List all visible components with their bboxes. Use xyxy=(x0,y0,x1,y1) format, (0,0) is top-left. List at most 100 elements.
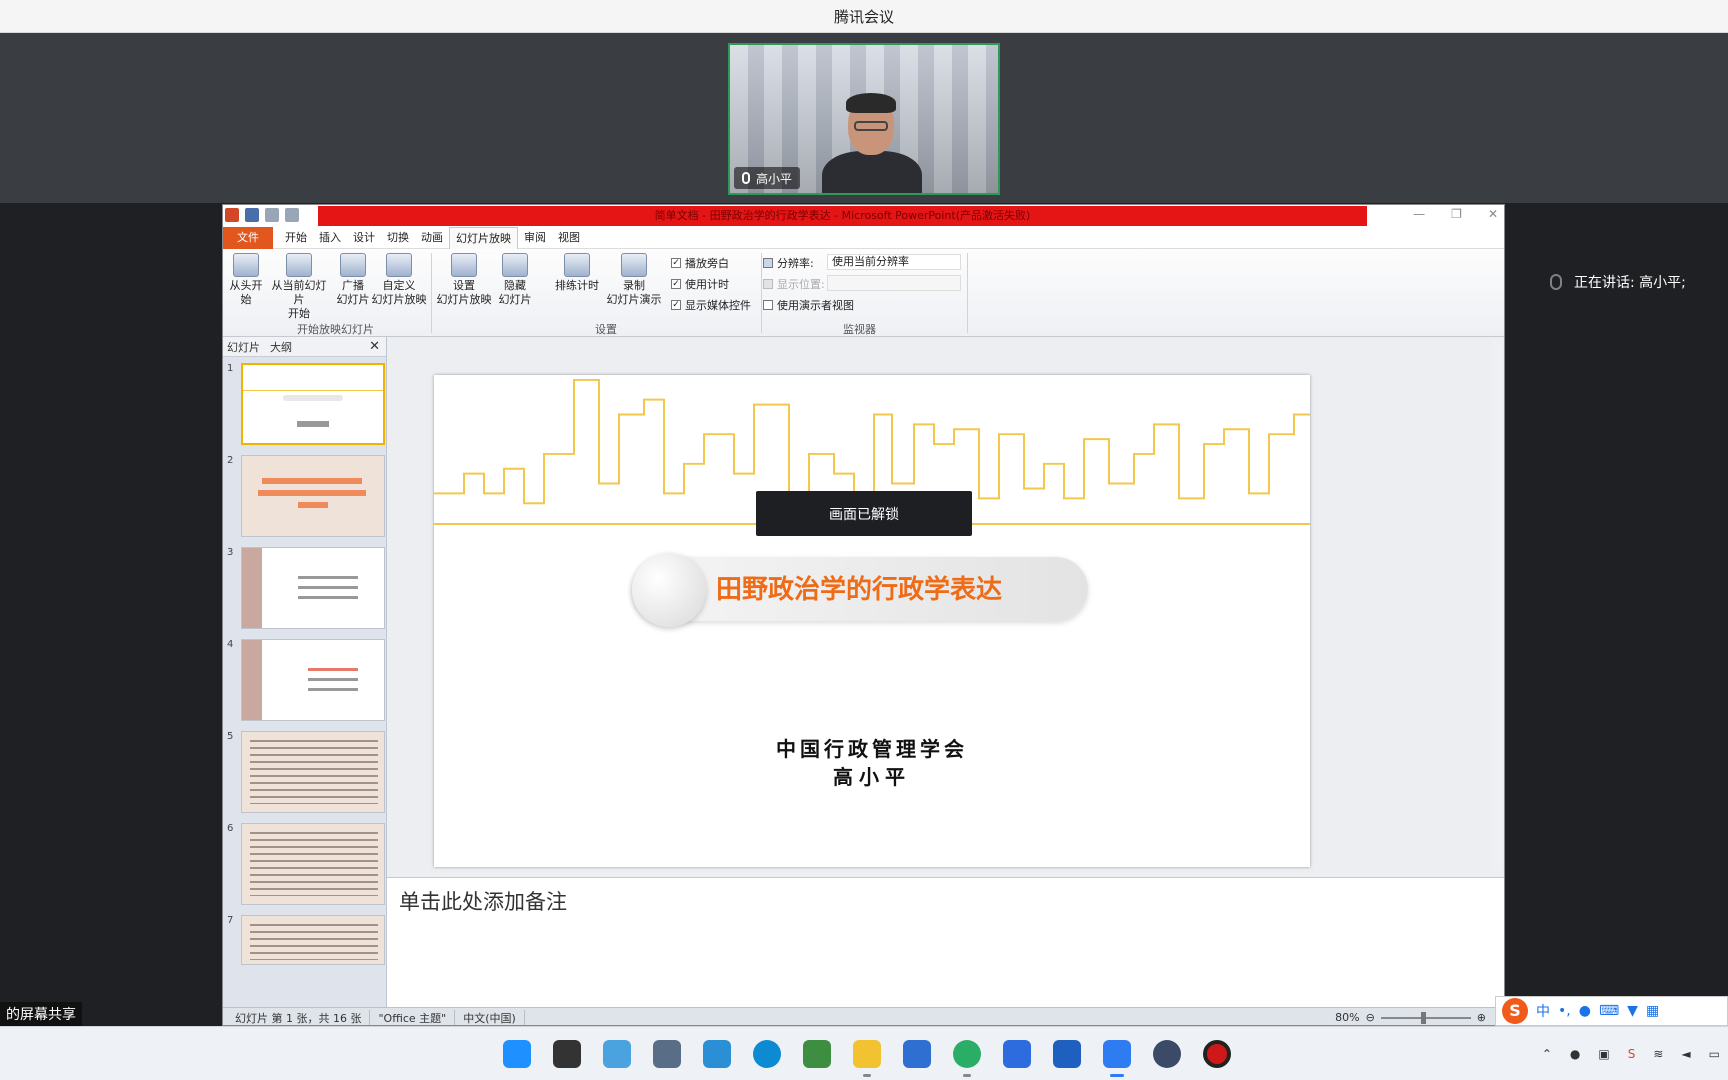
thumb-sidebar xyxy=(242,548,262,628)
hide-label: 隐藏 xyxy=(504,279,526,292)
thumb-number: 2 xyxy=(227,455,234,466)
control-panel-icon[interactable] xyxy=(603,1040,631,1068)
zoom-out-icon[interactable]: ⊖ xyxy=(1366,1011,1375,1024)
slide-thumbnail-4[interactable] xyxy=(241,639,385,721)
tab-outline[interactable]: 大纲 xyxy=(270,339,292,355)
calculator-icon[interactable] xyxy=(653,1040,681,1068)
slide-thumbnail-3[interactable] xyxy=(241,547,385,629)
speaking-indicator: 正在讲话: 高小平; xyxy=(1550,272,1686,292)
wifi-icon[interactable]: ≋ xyxy=(1653,1047,1663,1061)
media-controls-checkbox[interactable]: ✓ 显示媒体控件 xyxy=(671,297,751,313)
redo-icon[interactable] xyxy=(285,208,299,222)
slide-thumbnail-6[interactable] xyxy=(241,823,385,905)
broadcast-button[interactable]: 广播 幻灯片 xyxy=(335,253,371,307)
app-title-bar: 腾讯会议 xyxy=(0,0,1728,33)
tab-animations[interactable]: 动画 xyxy=(415,227,449,249)
tab-slides[interactable]: 幻灯片 xyxy=(227,339,260,355)
mail-icon[interactable] xyxy=(1053,1040,1081,1068)
play-narration-checkbox[interactable]: ✓ 播放旁白 xyxy=(671,255,729,271)
powerpoint-logo-icon xyxy=(225,208,239,222)
tab-slideshow[interactable]: 幻灯片放映 xyxy=(449,226,518,249)
thumb-text-lines xyxy=(250,832,378,896)
broadcast-label: 广播 xyxy=(342,279,364,292)
tab-design[interactable]: 设计 xyxy=(347,227,381,249)
custom-show-button[interactable]: 自定义 幻灯片放映 xyxy=(371,253,427,307)
record-show-button[interactable]: 录制 幻灯片演示 xyxy=(603,253,665,307)
slide-thumbnail-5[interactable] xyxy=(241,731,385,813)
figure-body xyxy=(822,151,922,193)
keyboard-icon[interactable]: ⌨ xyxy=(1599,1003,1619,1019)
notes-pane[interactable]: 单击此处添加备注 xyxy=(387,877,1504,1007)
speaking-label: 正在讲话: 高小平; xyxy=(1574,275,1686,291)
edge-icon[interactable] xyxy=(753,1040,781,1068)
tab-insert[interactable]: 插入 xyxy=(313,227,347,249)
tencent-meeting-icon[interactable] xyxy=(1103,1040,1131,1077)
presenter-view-checkbox[interactable]: 使用演示者视图 xyxy=(763,297,854,313)
ribbon-separator xyxy=(761,253,762,333)
restore-icon[interactable]: ❐ xyxy=(1451,207,1462,221)
narration-label: 播放旁白 xyxy=(685,257,729,270)
close-panel-icon[interactable]: ✕ xyxy=(369,339,380,354)
tab-home[interactable]: 开始 xyxy=(279,227,313,249)
slide-scrollbar[interactable] xyxy=(1492,341,1502,871)
thumb-skyline xyxy=(243,377,383,391)
rehearse-timings-button[interactable]: 排练计时 xyxy=(553,253,601,293)
tab-file[interactable]: 文件 xyxy=(223,226,273,249)
thumb-number: 3 xyxy=(227,547,234,558)
monitor-icon xyxy=(763,258,773,268)
minimize-icon[interactable]: — xyxy=(1413,207,1425,221)
wps-icon[interactable] xyxy=(1003,1040,1031,1068)
file-explorer-icon[interactable] xyxy=(853,1040,881,1077)
nvidia-icon[interactable] xyxy=(803,1040,831,1068)
punctuation-icon[interactable]: •, xyxy=(1558,1003,1571,1019)
voice-icon[interactable]: ● xyxy=(1579,1003,1591,1019)
use-timings-checkbox[interactable]: ✓ 使用计时 xyxy=(671,276,729,292)
ribbon-tabs: 文件 开始 插入 设计 切换 动画 幻灯片放映 审阅 视图 xyxy=(223,226,1504,249)
slide-thumbnail-2[interactable] xyxy=(241,455,385,537)
participant-figure xyxy=(822,93,922,193)
microphone-tray-icon[interactable]: ● xyxy=(1570,1047,1580,1061)
show-on-label: 显示位置: xyxy=(763,276,825,292)
undo-icon[interactable] xyxy=(265,208,279,222)
sogou-tray-icon[interactable]: S xyxy=(1628,1047,1636,1061)
slide-thumbnail-7[interactable] xyxy=(241,915,385,965)
zoom-level[interactable]: 80% xyxy=(1335,1011,1359,1024)
show-on-select[interactable] xyxy=(827,275,961,291)
close-icon[interactable]: ✕ xyxy=(1488,207,1498,221)
task-view-icon[interactable] xyxy=(553,1040,581,1068)
ime-tray-icon[interactable]: ▣ xyxy=(1598,1047,1609,1061)
wechat-icon[interactable] xyxy=(953,1040,981,1077)
from-start-button[interactable]: 从头开始 xyxy=(225,253,267,307)
slides-panel: 幻灯片 大纲 ✕ 1 2 3 4 5 6 7 xyxy=(223,337,401,1007)
tab-transitions[interactable]: 切换 xyxy=(381,227,415,249)
calendar-icon[interactable] xyxy=(903,1040,931,1068)
from-current-button[interactable]: 从当前幻灯片 开始 xyxy=(267,253,331,321)
zoom-slider[interactable] xyxy=(1380,1011,1471,1024)
zoom-slider-thumb[interactable] xyxy=(1420,1011,1426,1024)
save-icon[interactable] xyxy=(245,208,259,222)
ime-language[interactable]: 中 xyxy=(1536,1001,1550,1021)
tab-view[interactable]: 视图 xyxy=(552,227,586,249)
chevron-up-icon[interactable]: ⌃ xyxy=(1542,1047,1552,1061)
start-icon[interactable] xyxy=(503,1040,531,1068)
zoom-in-icon[interactable]: ⊕ xyxy=(1477,1011,1486,1024)
notes-placeholder: 单击此处添加备注 xyxy=(399,890,567,914)
globe-app-icon[interactable] xyxy=(1153,1040,1181,1068)
skin-icon[interactable]: ▼ xyxy=(1627,1003,1638,1019)
language[interactable]: 中文(中国) xyxy=(455,1009,525,1025)
app-icon[interactable] xyxy=(703,1040,731,1068)
sogou-ime-bar[interactable]: S 中 •, ● ⌨ ▼ ▦ xyxy=(1495,996,1728,1026)
toolbox-icon[interactable]: ▦ xyxy=(1646,1003,1659,1019)
figure-hair xyxy=(846,93,896,113)
resolution-select[interactable]: 使用当前分辨率 xyxy=(827,254,961,270)
battery-icon[interactable]: ▭ xyxy=(1709,1047,1720,1061)
thumb-text xyxy=(262,478,362,484)
tab-review[interactable]: 审阅 xyxy=(518,227,552,249)
setup-show-button[interactable]: 设置 幻灯片放映 xyxy=(435,253,493,307)
record-app-icon[interactable] xyxy=(1203,1040,1231,1068)
participant-video[interactable]: 高小平 xyxy=(728,43,1000,195)
volume-icon[interactable]: ◄ xyxy=(1681,1047,1690,1061)
hide-slide-button[interactable]: 隐藏 幻灯片 xyxy=(495,253,535,307)
slide-thumbnail-1[interactable] xyxy=(241,363,385,445)
current-slide[interactable]: 田野政治学的行政学表达 中国行政管理学会 高小平 xyxy=(434,375,1310,867)
